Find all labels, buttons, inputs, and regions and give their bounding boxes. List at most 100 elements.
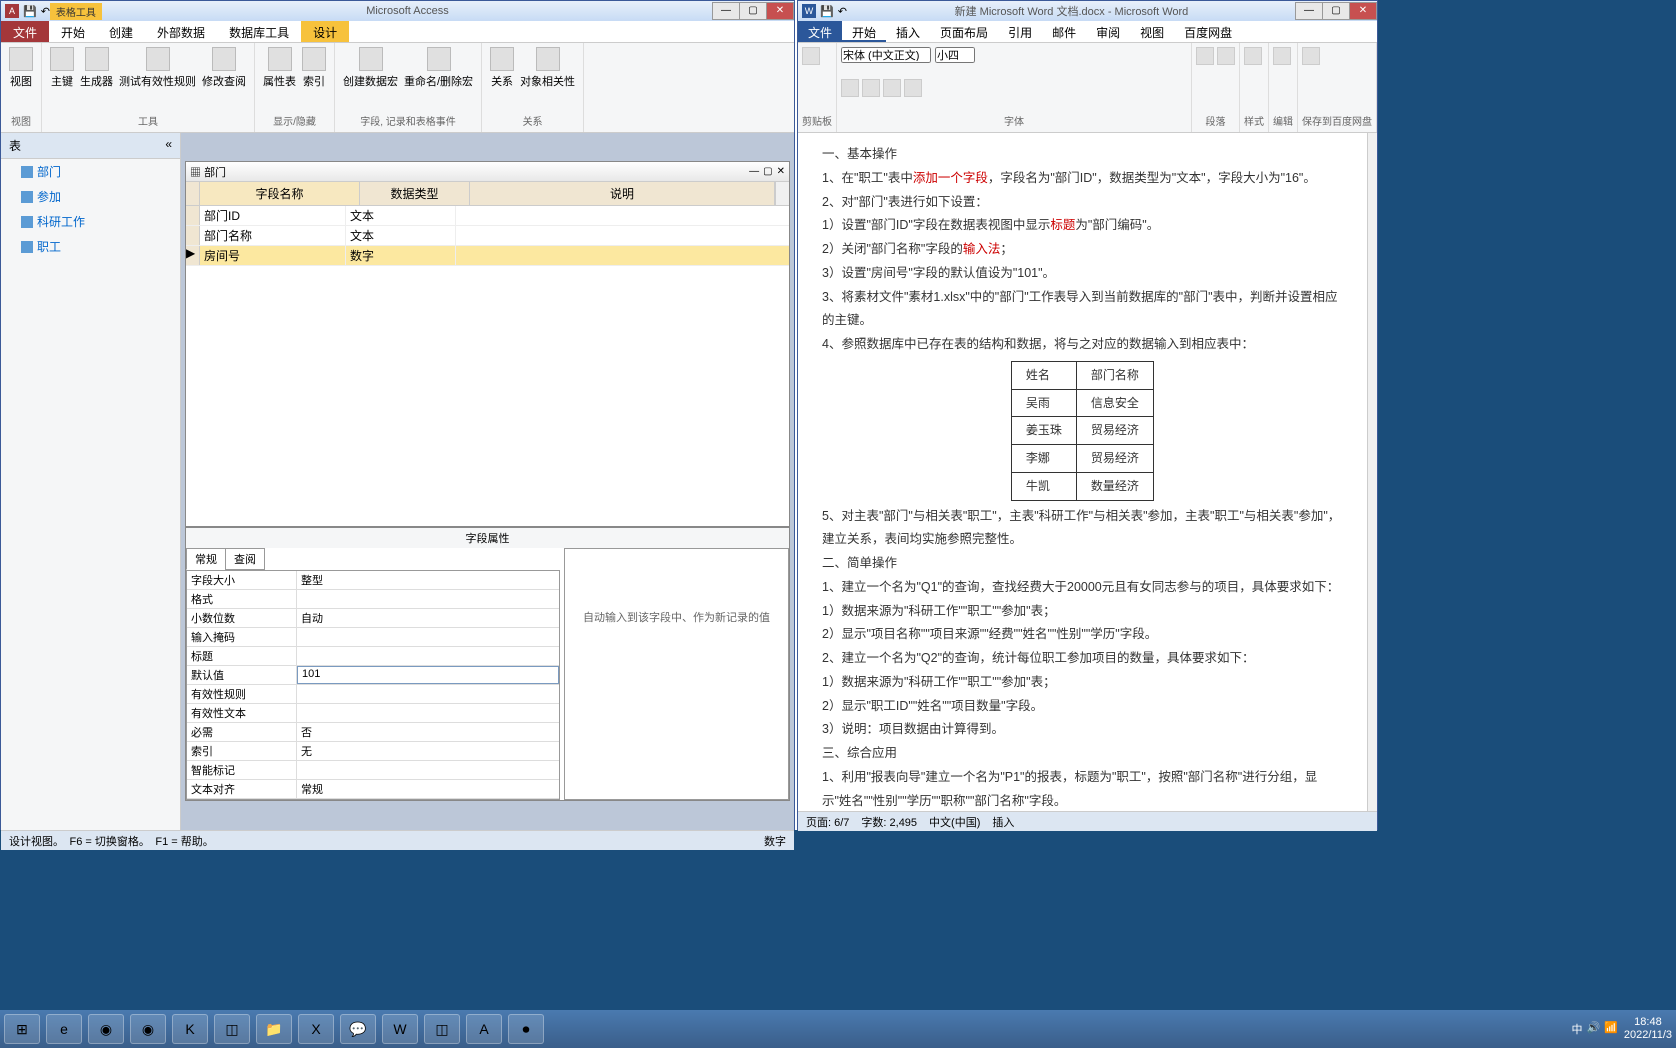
relationships-button[interactable]: 关系 bbox=[490, 47, 514, 89]
bold-button[interactable] bbox=[841, 79, 859, 97]
qat-undo-icon[interactable]: ↶ bbox=[41, 5, 50, 18]
dependencies-button[interactable]: 对象相关性 bbox=[520, 47, 575, 89]
create-macro-button[interactable]: 创建数据宏 bbox=[343, 47, 398, 89]
prop-align-value[interactable]: 常规 bbox=[297, 780, 559, 798]
baidu-save-button[interactable] bbox=[1302, 47, 1320, 65]
styles-button[interactable] bbox=[1244, 47, 1262, 65]
prop-smarttag-value[interactable] bbox=[297, 761, 559, 779]
taskbar-explorer-icon[interactable]: 📁 bbox=[256, 1014, 292, 1044]
qat-save-icon[interactable]: 💾 bbox=[820, 5, 834, 18]
taskbar-excel-icon[interactable]: X bbox=[298, 1014, 334, 1044]
validation-button[interactable]: 测试有效性规则 bbox=[119, 47, 196, 89]
nav-item-dept[interactable]: 部门 bbox=[1, 159, 180, 184]
prop-validtext-value[interactable] bbox=[297, 704, 559, 722]
taskbar-record-icon[interactable]: ⏺ bbox=[508, 1014, 544, 1044]
col-description[interactable]: 说明 bbox=[470, 182, 775, 205]
nav-header[interactable]: 表« bbox=[1, 133, 180, 159]
taskbar-ie-icon[interactable]: e bbox=[46, 1014, 82, 1044]
taskbar-kugou-icon[interactable]: K bbox=[172, 1014, 208, 1044]
italic-button[interactable] bbox=[862, 79, 880, 97]
word-document[interactable]: 一、基本操作 1、在"职工"表中添加一个字段，字段名为"部门ID"，数据类型为"… bbox=[798, 133, 1367, 811]
chevron-left-icon[interactable]: « bbox=[165, 137, 172, 154]
col-fieldname[interactable]: 字段名称 bbox=[200, 182, 360, 205]
tab-review[interactable]: 审阅 bbox=[1086, 21, 1130, 42]
taskbar-app-icon[interactable]: ◫ bbox=[214, 1014, 250, 1044]
tab-insert[interactable]: 插入 bbox=[886, 21, 930, 42]
empty-rows[interactable] bbox=[186, 266, 789, 526]
color-button[interactable] bbox=[904, 79, 922, 97]
builder-button[interactable]: 生成器 bbox=[80, 47, 113, 89]
row-ops-button[interactable]: 修改查阅 bbox=[202, 47, 246, 89]
tab-layout[interactable]: 页面布局 bbox=[930, 21, 998, 42]
tab-baidu[interactable]: 百度网盘 bbox=[1174, 21, 1242, 42]
tab-view[interactable]: 视图 bbox=[1130, 21, 1174, 42]
indexes-button[interactable]: 索引 bbox=[302, 47, 326, 89]
ime-indicator[interactable]: 中 bbox=[1571, 1021, 1582, 1037]
status-lang[interactable]: 中文(中国) bbox=[929, 814, 980, 830]
tray-icon[interactable]: 🔊 bbox=[1586, 1021, 1600, 1037]
prop-tab-lookup[interactable]: 查阅 bbox=[225, 548, 265, 570]
maximize-button[interactable]: ▢ bbox=[1322, 2, 1350, 20]
status-mode[interactable]: 插入 bbox=[992, 814, 1014, 830]
rename-macro-button[interactable]: 重命名/删除宏 bbox=[404, 47, 473, 89]
tab-ref[interactable]: 引用 bbox=[998, 21, 1042, 42]
nav-item-research[interactable]: 科研工作 bbox=[1, 209, 180, 234]
underline-button[interactable] bbox=[883, 79, 901, 97]
tab-design[interactable]: 设计 bbox=[301, 21, 349, 42]
prop-index-value[interactable]: 无 bbox=[297, 742, 559, 760]
tab-home[interactable]: 开始 bbox=[49, 21, 97, 42]
subwin-min-icon[interactable]: — bbox=[749, 166, 759, 177]
taskbar-clock[interactable]: 18:48 2022/11/3 bbox=[1624, 1016, 1672, 1042]
word-scrollbar[interactable] bbox=[1367, 133, 1377, 811]
tab-home[interactable]: 开始 bbox=[842, 21, 886, 42]
status-words[interactable]: 字数: 2,495 bbox=[861, 814, 917, 830]
start-button[interactable]: ⊞ bbox=[4, 1014, 40, 1044]
close-button[interactable]: ✕ bbox=[766, 2, 794, 20]
paste-button[interactable] bbox=[802, 47, 820, 65]
list-button[interactable] bbox=[1196, 47, 1214, 65]
primary-key-button[interactable]: 主键 bbox=[50, 47, 74, 89]
prop-default-value[interactable]: 101 bbox=[297, 666, 559, 684]
prop-required-value[interactable]: 否 bbox=[297, 723, 559, 741]
qat-undo-icon[interactable]: ↶ bbox=[838, 5, 847, 18]
subwin-max-icon[interactable]: ▢ bbox=[763, 166, 772, 177]
font-size-select[interactable] bbox=[935, 47, 975, 63]
tab-external[interactable]: 外部数据 bbox=[145, 21, 217, 42]
prop-fieldsize-value[interactable]: 整型 bbox=[297, 571, 559, 589]
property-sheet-button[interactable]: 属性表 bbox=[263, 47, 296, 89]
view-button[interactable]: 视图 bbox=[9, 47, 33, 89]
close-button[interactable]: ✕ bbox=[1349, 2, 1377, 20]
tab-create[interactable]: 创建 bbox=[97, 21, 145, 42]
minimize-button[interactable]: — bbox=[1295, 2, 1323, 20]
font-name-select[interactable] bbox=[841, 47, 931, 63]
nav-item-join[interactable]: 参加 bbox=[1, 184, 180, 209]
qat-save-icon[interactable]: 💾 bbox=[23, 5, 37, 18]
field-row[interactable]: 部门ID文本 bbox=[186, 206, 789, 226]
col-datatype[interactable]: 数据类型 bbox=[360, 182, 470, 205]
tab-mail[interactable]: 邮件 bbox=[1042, 21, 1086, 42]
tab-file[interactable]: 文件 bbox=[798, 21, 842, 42]
taskbar-app2-icon[interactable]: ◫ bbox=[424, 1014, 460, 1044]
find-button[interactable] bbox=[1273, 47, 1291, 65]
taskbar-chrome-icon[interactable]: ◉ bbox=[88, 1014, 124, 1044]
minimize-button[interactable]: — bbox=[712, 2, 740, 20]
prop-tab-general[interactable]: 常规 bbox=[186, 548, 226, 570]
prop-format-value[interactable] bbox=[297, 590, 559, 608]
field-row-selected[interactable]: ▶房间号数字 bbox=[186, 246, 789, 266]
maximize-button[interactable]: ▢ bbox=[739, 2, 767, 20]
prop-caption-value[interactable] bbox=[297, 647, 559, 665]
prop-mask-value[interactable] bbox=[297, 628, 559, 646]
prop-decimals-value[interactable]: 自动 bbox=[297, 609, 559, 627]
tab-dbtools[interactable]: 数据库工具 bbox=[217, 21, 301, 42]
taskbar-access-icon[interactable]: A bbox=[466, 1014, 502, 1044]
prop-validrule-value[interactable] bbox=[297, 685, 559, 703]
taskbar-wechat-icon[interactable]: 💬 bbox=[340, 1014, 376, 1044]
taskbar-chrome2-icon[interactable]: ◉ bbox=[130, 1014, 166, 1044]
align-button[interactable] bbox=[1217, 47, 1235, 65]
nav-item-staff[interactable]: 职工 bbox=[1, 234, 180, 259]
tray-icon[interactable]: 📶 bbox=[1604, 1021, 1618, 1037]
field-row[interactable]: 部门名称文本 bbox=[186, 226, 789, 246]
subwin-close-icon[interactable]: ✕ bbox=[777, 166, 785, 177]
taskbar-word-icon[interactable]: W bbox=[382, 1014, 418, 1044]
tab-file[interactable]: 文件 bbox=[1, 21, 49, 42]
